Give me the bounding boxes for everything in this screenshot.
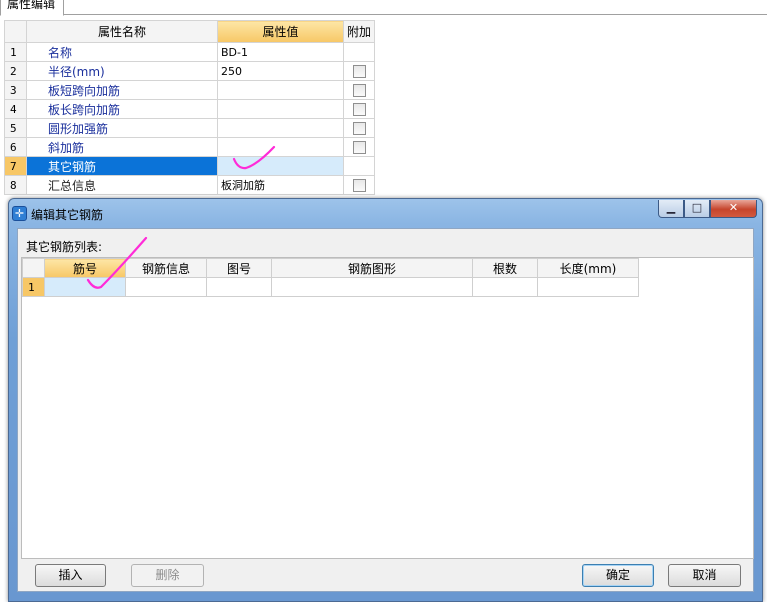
- property-row-selected[interactable]: 7 其它钢筋: [4, 156, 375, 176]
- column-header-name[interactable]: 属性名称: [26, 20, 218, 43]
- rebar-table: 筋号 钢筋信息 图号 钢筋图形 根数 长度(mm) 1: [22, 258, 639, 297]
- cell-bar-number[interactable]: [44, 277, 126, 297]
- cell-length[interactable]: [537, 277, 639, 297]
- property-header-row: 属性名称 属性值 附加: [4, 20, 375, 43]
- property-name: 半径(mm): [26, 61, 218, 81]
- row-number: 6: [4, 137, 27, 157]
- tab-property-edit[interactable]: 属性编辑: [0, 0, 64, 16]
- column-header-bar-shape[interactable]: 钢筋图形: [271, 258, 473, 278]
- row-number: 4: [4, 99, 27, 119]
- column-header-extra[interactable]: 附加: [343, 20, 375, 43]
- row-number: 1: [22, 277, 45, 297]
- extra-checkbox[interactable]: [352, 122, 366, 135]
- property-row[interactable]: 1 名称 BD-1: [4, 42, 375, 62]
- extra-cell: [343, 175, 375, 195]
- property-row[interactable]: 2 半径(mm) 250: [4, 61, 375, 81]
- property-name: 圆形加强筋: [26, 118, 218, 138]
- row-number: 2: [4, 61, 27, 81]
- dialog-title: 编辑其它钢筋: [31, 208, 104, 222]
- row-number: 3: [4, 80, 27, 100]
- property-row[interactable]: 6 斜加筋: [4, 137, 375, 157]
- property-row[interactable]: 3 板短跨向加筋: [4, 80, 375, 100]
- property-name: 斜加筋: [26, 137, 218, 157]
- column-header-count[interactable]: 根数: [472, 258, 538, 278]
- property-value[interactable]: 250: [217, 61, 344, 81]
- minimize-button[interactable]: ▁: [658, 200, 684, 218]
- corner-cell: [22, 258, 45, 278]
- row-number: 7: [4, 156, 27, 176]
- property-row[interactable]: 8 汇总信息 板洞加筋: [4, 175, 375, 195]
- rebar-grid[interactable]: 筋号 钢筋信息 图号 钢筋图形 根数 长度(mm) 1: [21, 257, 754, 559]
- cell-count[interactable]: [472, 277, 538, 297]
- cancel-button[interactable]: 取消: [668, 564, 741, 587]
- cell-figure-number[interactable]: [206, 277, 272, 297]
- extra-cell: [343, 118, 375, 138]
- extra-cell: [343, 42, 375, 62]
- delete-button[interactable]: 删除: [131, 564, 204, 587]
- extra-checkbox[interactable]: [352, 141, 366, 154]
- property-value[interactable]: [217, 99, 344, 119]
- extra-checkbox[interactable]: [352, 103, 366, 116]
- maximize-button[interactable]: □: [684, 200, 710, 218]
- column-header-bar-info[interactable]: 钢筋信息: [125, 258, 207, 278]
- plus-icon: ✛: [12, 206, 27, 221]
- extra-checkbox[interactable]: [352, 179, 366, 192]
- row-number: 1: [4, 42, 27, 62]
- extra-cell: [343, 80, 375, 100]
- dialog-client-area: 其它钢筋列表: 筋号 钢筋信息 图号 钢筋图形 根数 长度(mm) 1 插入 删…: [17, 228, 754, 592]
- property-row[interactable]: 4 板长跨向加筋: [4, 99, 375, 119]
- property-name: 板短跨向加筋: [26, 80, 218, 100]
- property-name: 名称: [26, 42, 218, 62]
- property-value[interactable]: 板洞加筋: [217, 175, 344, 195]
- cell-bar-shape[interactable]: [271, 277, 473, 297]
- row-number: 5: [4, 118, 27, 138]
- column-header-value[interactable]: 属性值: [217, 20, 344, 43]
- insert-button[interactable]: 插入: [35, 564, 106, 587]
- property-name: 汇总信息: [26, 175, 218, 195]
- rebar-row[interactable]: 1: [22, 277, 639, 297]
- property-value[interactable]: [217, 137, 344, 157]
- column-header-length[interactable]: 长度(mm): [537, 258, 639, 278]
- extra-cell: [343, 156, 375, 176]
- column-header-figure-number[interactable]: 图号: [206, 258, 272, 278]
- row-number: 8: [4, 175, 27, 195]
- property-value[interactable]: BD-1: [217, 42, 344, 62]
- column-header-bar-number[interactable]: 筋号: [44, 258, 126, 278]
- cell-bar-info[interactable]: [125, 277, 207, 297]
- extra-checkbox[interactable]: [352, 65, 366, 78]
- edit-other-rebar-dialog: ✛ 编辑其它钢筋 ▁ □ ✕ 其它钢筋列表: 筋号 钢筋信息 图号 钢筋图形 根…: [8, 198, 763, 602]
- rebar-header-row: 筋号 钢筋信息 图号 钢筋图形 根数 长度(mm): [22, 258, 639, 278]
- tab-bar: 属性编辑: [0, 0, 767, 16]
- property-row[interactable]: 5 圆形加强筋: [4, 118, 375, 138]
- rebar-list-label: 其它钢筋列表:: [26, 240, 103, 254]
- extra-cell: [343, 99, 375, 119]
- property-name: 其它钢筋: [26, 156, 218, 176]
- property-table: 属性名称 属性值 附加 1 名称 BD-1 2 半径(mm) 250 3 板短跨…: [4, 20, 375, 195]
- property-value[interactable]: [217, 80, 344, 100]
- corner-cell: [4, 20, 27, 43]
- extra-checkbox[interactable]: [352, 84, 366, 97]
- property-value[interactable]: [217, 118, 344, 138]
- close-button[interactable]: ✕: [710, 200, 757, 218]
- ok-button[interactable]: 确定: [582, 564, 654, 587]
- property-name: 板长跨向加筋: [26, 99, 218, 119]
- extra-cell: [343, 61, 375, 81]
- window-controls: ▁ □ ✕: [658, 200, 757, 218]
- extra-cell: [343, 137, 375, 157]
- property-value[interactable]: [217, 156, 344, 176]
